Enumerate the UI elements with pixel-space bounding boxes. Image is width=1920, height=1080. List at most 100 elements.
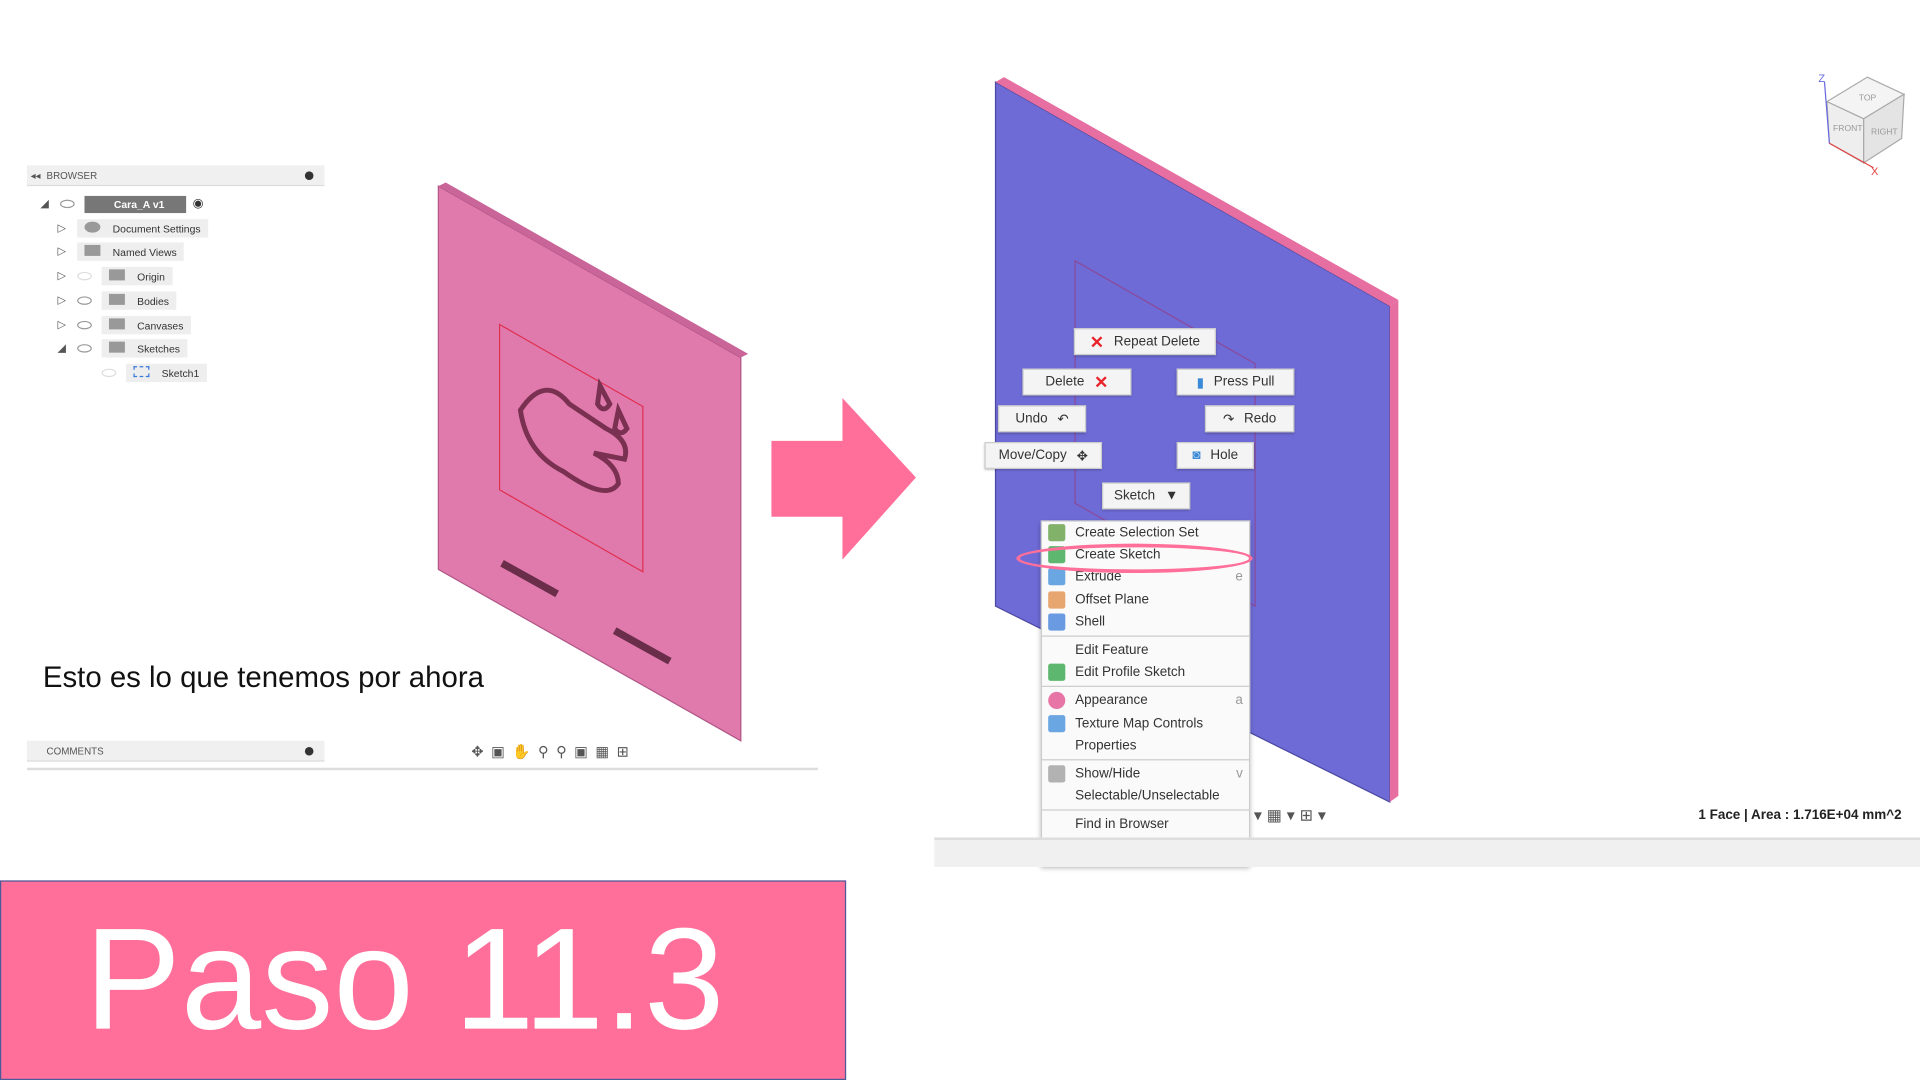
menu-item-label: Show/Hide [1075, 766, 1141, 782]
move-copy-button[interactable]: Move/Copy ✥ [984, 442, 1103, 469]
expand-icon[interactable]: ▷ [58, 318, 68, 331]
browser-title: BROWSER [46, 169, 98, 181]
menu-item[interactable]: Create Selection Set [1042, 522, 1249, 544]
menu-item-label: Properties [1075, 738, 1137, 753]
menu-item-label: Selectable/Unselectable [1075, 788, 1220, 804]
eye-icon[interactable] [77, 320, 92, 330]
eye-icon[interactable] [77, 271, 92, 281]
tree-item[interactable]: ▷ Canvases [58, 315, 191, 335]
menu-item[interactable]: Show/Hide v [1042, 763, 1249, 785]
folder-icon [108, 269, 125, 281]
texture-map-icon [1048, 714, 1066, 732]
menu-item-label: Shell [1075, 614, 1106, 630]
tree-item-label: Named Views [112, 246, 177, 259]
bottom-bar [934, 837, 1920, 867]
undo-icon: ↶ [1057, 412, 1069, 427]
menu-item-label: Texture Map Controls [1075, 715, 1204, 731]
sketch-dropdown[interactable]: Sketch ▼ [1102, 482, 1191, 510]
tree-item-label: Canvases [137, 319, 184, 332]
offset-plane-icon [1048, 590, 1066, 609]
tree-item[interactable]: ▷ Bodies [58, 291, 177, 310]
collapse-icon[interactable]: ◂◂ [31, 170, 41, 181]
undo-button[interactable]: Undo ↶ [997, 405, 1087, 433]
menu-item-label: Appearance [1075, 693, 1148, 709]
pink-plate [437, 182, 749, 742]
comments-title: COMMENTS [46, 745, 104, 757]
appearance-icon [1048, 692, 1066, 710]
folder-icon [108, 318, 125, 330]
pin-icon[interactable] [304, 746, 314, 756]
expand-icon[interactable]: ▷ [58, 222, 68, 235]
tree-item[interactable]: ◢ Sketches [58, 339, 188, 358]
highlight-ellipse [1016, 543, 1253, 574]
expand-icon[interactable]: ▷ [58, 269, 68, 282]
eye-icon[interactable] [60, 199, 75, 209]
folder-icon [108, 293, 125, 305]
collapse-icon[interactable]: ◢ [58, 342, 68, 355]
menu-item[interactable]: Find in Browser [1042, 813, 1249, 835]
tree-root[interactable]: ◢ Cara_A v1 ◉ [40, 195, 203, 213]
arrow-right-icon [771, 397, 916, 560]
tree-item-label: Sketch1 [161, 367, 200, 380]
divider [26, 767, 818, 771]
shortcut: e [1235, 569, 1243, 585]
redo-icon: ↷ [1222, 412, 1235, 427]
tree-item-label: Bodies [137, 295, 169, 308]
comments-header[interactable]: COMMENTS [26, 740, 325, 762]
pin-icon[interactable] [304, 171, 314, 181]
tree-item[interactable]: ▷ Origin [58, 266, 173, 286]
menu-item-label: Create Selection Set [1075, 525, 1199, 541]
folder-icon [84, 244, 101, 256]
menu-item[interactable]: Properties [1042, 734, 1249, 756]
menu-item[interactable]: Appearance a [1042, 690, 1249, 712]
shortcut: v [1236, 766, 1243, 782]
expand-icon[interactable]: ◢ [40, 197, 50, 210]
component-label[interactable]: Cara_A v1 [84, 195, 187, 213]
menu-item-label: Edit Profile Sketch [1075, 665, 1186, 680]
menu-item-label: Edit Feature [1075, 642, 1149, 658]
view-cube[interactable]: TOP FRONT RIGHT Z X [1812, 67, 1916, 178]
menu-item[interactable]: Edit Profile Sketch [1042, 661, 1249, 683]
shortcut: a [1235, 693, 1243, 709]
expand-icon[interactable]: ▷ [58, 294, 68, 307]
status-text: 1 Face | Area : 1.716E+04 mm^2 [1698, 808, 1902, 823]
step-banner: Paso 11.3 [0, 880, 847, 1080]
display-toolbar[interactable]: ▾▦▾⊞▾ [1254, 806, 1331, 826]
menu-item[interactable]: Offset Plane [1042, 588, 1249, 610]
svg-text:RIGHT: RIGHT [1871, 127, 1898, 137]
browser-header[interactable]: ◂◂ BROWSER [26, 165, 325, 187]
tree-item-label: Origin [137, 270, 165, 283]
tree-item-label: Sketches [137, 342, 180, 356]
selection-set-icon [1048, 524, 1066, 542]
redo-button[interactable]: ↷ Redo [1204, 405, 1295, 433]
repeat-delete-button[interactable]: ✕ Repeat Delete [1073, 328, 1216, 356]
menu-item-label: Offset Plane [1075, 592, 1149, 607]
eye-icon[interactable] [101, 368, 117, 378]
tree-item[interactable]: ▷ Document Settings [58, 219, 208, 238]
tree-item[interactable]: Sketch1 [101, 363, 207, 383]
menu-separator [1042, 809, 1249, 811]
menu-item-label: Find in Browser [1075, 817, 1169, 832]
edit-sketch-icon [1048, 663, 1066, 681]
shell-icon [1048, 613, 1066, 631]
menu-item[interactable]: Shell [1042, 611, 1249, 633]
menu-item[interactable]: Selectable/Unselectable [1042, 785, 1249, 807]
svg-text:TOP: TOP [1859, 92, 1877, 102]
delete-button[interactable]: Delete ✕ [1022, 368, 1132, 396]
eye-icon[interactable] [77, 344, 92, 353]
expand-icon[interactable]: ▷ [58, 245, 68, 258]
radio-icon[interactable]: ◉ [193, 197, 204, 210]
eye-icon [1048, 765, 1066, 783]
menu-separator [1042, 759, 1249, 761]
delete-icon: ✕ [1089, 331, 1105, 351]
move-icon: ✥ [1076, 448, 1088, 464]
hole-icon: ◙ [1192, 448, 1201, 463]
eye-icon[interactable] [77, 296, 92, 305]
menu-item[interactable]: Edit Feature [1042, 639, 1249, 661]
caret-down-icon: ▼ [1164, 488, 1179, 504]
tree-item[interactable]: ▷ Named Views [58, 242, 185, 261]
hole-button[interactable]: ◙ Hole [1176, 442, 1254, 469]
press-pull-button[interactable]: ▮ Press Pull [1176, 368, 1295, 396]
menu-item[interactable]: Texture Map Controls [1042, 712, 1249, 734]
delete-icon: ✕ [1094, 371, 1109, 392]
